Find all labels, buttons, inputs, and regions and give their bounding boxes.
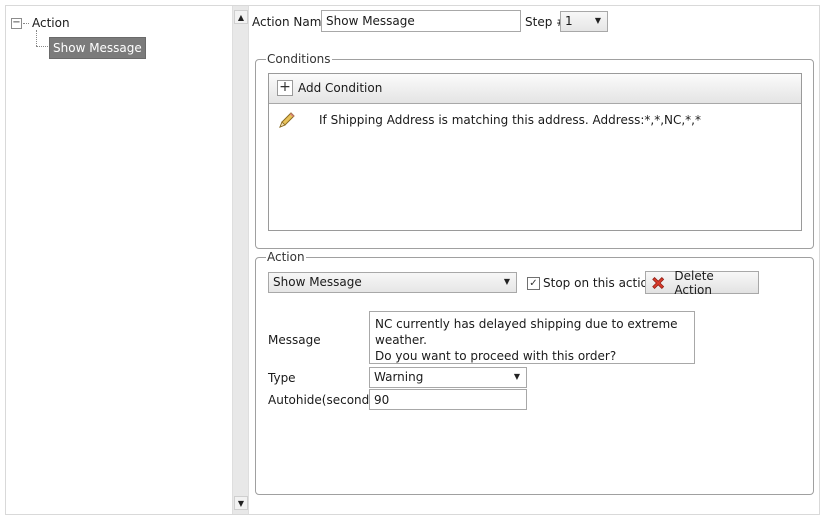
- step-select[interactable]: 1 ▼: [560, 11, 608, 32]
- action-group: Action Show Message ▼ ✓ Stop on this act…: [255, 250, 814, 495]
- vertical-scrollbar[interactable]: ▲ ▼: [232, 6, 249, 514]
- tree-root-label: Action: [32, 16, 70, 30]
- message-type-value: Warning: [374, 370, 424, 384]
- condition-row[interactable]: If Shipping Address is matching this add…: [277, 110, 701, 130]
- action-type-select[interactable]: Show Message ▼: [268, 272, 517, 293]
- checkbox-icon[interactable]: ✓: [527, 276, 540, 290]
- chevron-down-icon: ▼: [503, 277, 510, 286]
- scroll-down-icon[interactable]: ▼: [234, 496, 248, 510]
- delete-action-button[interactable]: Delete Action: [645, 268, 759, 297]
- conditions-group: Conditions + Add Condition If Shipping A…: [255, 52, 814, 249]
- tree-connector: [23, 22, 29, 24]
- plus-icon: +: [277, 80, 293, 96]
- action-type-value: Show Message: [273, 275, 362, 289]
- add-condition-label: Add Condition: [298, 81, 383, 95]
- action-title: Action: [266, 250, 306, 264]
- conditions-title: Conditions: [266, 52, 332, 66]
- conditions-toolbar: + Add Condition: [269, 74, 801, 104]
- tree-root-item[interactable]: − Action: [11, 16, 70, 30]
- pencil-icon[interactable]: [277, 110, 297, 130]
- chevron-down-icon: ▼: [513, 372, 520, 381]
- delete-x-icon: [652, 276, 665, 289]
- type-label: Type: [268, 371, 296, 385]
- message-line-1: NC currently has delayed shipping due to…: [375, 317, 678, 347]
- message-line-2: Do you want to proceed with this order?: [375, 349, 617, 363]
- message-label: Message: [268, 333, 321, 347]
- expander-minus-icon[interactable]: −: [11, 17, 22, 29]
- tree-connector-vertical: [36, 30, 37, 46]
- tree-item-show-message[interactable]: Show Message: [49, 37, 146, 59]
- autohide-field[interactable]: 90: [369, 389, 527, 410]
- add-condition-button[interactable]: + Add Condition: [277, 80, 382, 96]
- action-name-field[interactable]: Show Message: [321, 10, 521, 32]
- conditions-grid: + Add Condition If Shipping Address is m…: [268, 73, 802, 231]
- chevron-down-icon: ▼: [594, 16, 601, 25]
- tree-connector-horizontal: [36, 46, 48, 47]
- stop-on-action-label: Stop on this action: [543, 276, 656, 290]
- rule-editor-window: − Action Show Message ▲ ▼ Action Name Sh…: [5, 5, 820, 515]
- action-name-label: Action Name: [252, 15, 329, 29]
- message-textarea[interactable]: NC currently has delayed shipping due to…: [369, 311, 695, 364]
- tree-panel: − Action Show Message: [6, 6, 231, 514]
- stop-on-action-toggle[interactable]: ✓ Stop on this action: [527, 276, 656, 290]
- message-type-select[interactable]: Warning ▼: [369, 367, 527, 388]
- step-select-value: 1: [565, 14, 573, 28]
- autohide-label: Autohide(seconds): [268, 393, 381, 407]
- editor-panel: Action Name Show Message Step # 1 ▼ Cond…: [250, 6, 819, 514]
- scroll-up-icon[interactable]: ▲: [234, 10, 248, 24]
- delete-action-label: Delete Action: [674, 268, 714, 297]
- condition-text: If Shipping Address is matching this add…: [319, 113, 701, 127]
